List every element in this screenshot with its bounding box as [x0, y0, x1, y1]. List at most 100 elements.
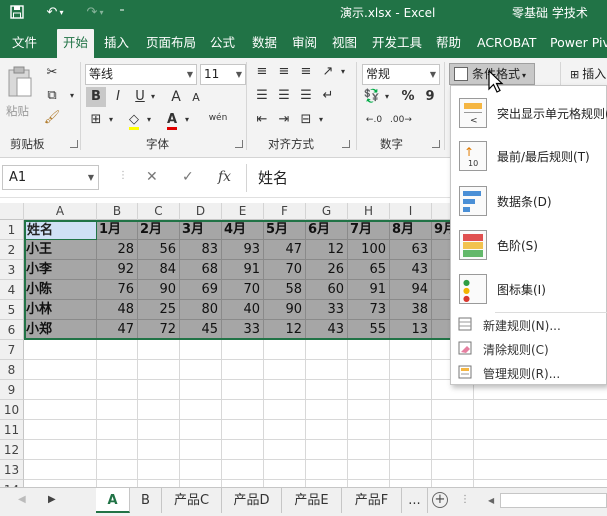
cell[interactable] — [264, 480, 306, 487]
sheet-tab-f[interactable]: 产品F — [342, 488, 402, 513]
value-cell[interactable]: 100 — [348, 240, 390, 260]
value-cell[interactable]: 28 — [97, 240, 138, 260]
cell[interactable] — [264, 420, 306, 440]
name-cell[interactable]: 小林 — [24, 300, 97, 320]
cell[interactable] — [138, 400, 180, 420]
column-header[interactable]: B — [97, 203, 138, 220]
value-cell[interactable]: 25 — [138, 300, 180, 320]
cell[interactable] — [97, 420, 138, 440]
header-cell[interactable]: 3月 — [180, 220, 222, 240]
header-cell[interactable]: 1月 — [97, 220, 138, 240]
cell[interactable] — [348, 360, 390, 380]
cell[interactable] — [474, 420, 607, 440]
cell[interactable] — [390, 460, 432, 480]
enter-icon[interactable]: ✓ — [182, 169, 194, 185]
value-cell[interactable]: 70 — [264, 260, 306, 280]
cell[interactable] — [390, 380, 432, 400]
cell[interactable] — [264, 460, 306, 480]
row-header[interactable]: 14 — [0, 480, 24, 487]
row-header[interactable]: 12 — [0, 440, 24, 460]
value-cell[interactable]: 55 — [348, 320, 390, 340]
value-cell[interactable]: 26 — [306, 260, 348, 280]
cell[interactable] — [306, 420, 348, 440]
value-cell[interactable]: 38 — [390, 300, 432, 320]
value-cell[interactable]: 76 — [97, 280, 138, 300]
clipboard-launcher-icon[interactable] — [70, 140, 78, 148]
column-header[interactable]: F — [264, 203, 306, 220]
increase-decimal-icon[interactable]: ←.0 — [364, 110, 384, 130]
name-cell[interactable]: 小李 — [24, 260, 97, 280]
cell[interactable] — [97, 440, 138, 460]
format-painter-icon[interactable]: 🖌 — [42, 108, 62, 128]
cell[interactable] — [138, 340, 180, 360]
tab-review[interactable]: 审阅 — [292, 31, 317, 55]
sheet-tab-e[interactable]: 产品E — [282, 488, 342, 513]
align-center-icon[interactable]: ☰ — [274, 86, 294, 106]
cell[interactable] — [97, 360, 138, 380]
value-cell[interactable]: 47 — [264, 240, 306, 260]
cell[interactable] — [432, 420, 474, 440]
number-format-combo[interactable]: 常规 ▼ — [362, 64, 440, 85]
row-header[interactable]: 11 — [0, 420, 24, 440]
redo-icon[interactable]: ↷ ▾ — [80, 3, 110, 21]
menu-item-top-bottom-rules[interactable]: ↑ 10 最前/最后规则(T) — [451, 135, 607, 177]
value-cell[interactable]: 58 — [264, 280, 306, 300]
menu-item-new-rule[interactable]: 新建规则(N)... — [451, 313, 607, 335]
column-header[interactable]: I — [390, 203, 432, 220]
cell[interactable] — [432, 440, 474, 460]
increase-indent-icon[interactable]: ⇥ — [274, 110, 294, 130]
cell[interactable] — [97, 400, 138, 420]
tab-data[interactable]: 数据 — [252, 31, 277, 55]
sheet-tab-a[interactable]: A — [96, 488, 130, 513]
tab-insert[interactable]: 插入 — [104, 31, 129, 55]
column-header[interactable]: D — [180, 203, 222, 220]
grow-font-button[interactable]: A — [166, 87, 186, 107]
value-cell[interactable]: 70 — [222, 280, 264, 300]
cell[interactable] — [97, 460, 138, 480]
value-cell[interactable]: 47 — [97, 320, 138, 340]
header-cell[interactable]: 7月 — [348, 220, 390, 240]
cell[interactable] — [390, 420, 432, 440]
menu-item-color-scales[interactable]: 色阶(S) — [451, 224, 607, 266]
tab-help[interactable]: 帮助 — [436, 31, 461, 55]
menu-item-clear-rules[interactable]: 清除规则(C) — [451, 337, 607, 359]
borders-icon[interactable]: ⊞ — [86, 110, 106, 130]
value-cell[interactable]: 40 — [222, 300, 264, 320]
value-cell[interactable]: 73 — [348, 300, 390, 320]
row-header[interactable]: 6 — [0, 320, 24, 340]
row-header[interactable]: 2 — [0, 240, 24, 260]
value-cell[interactable]: 12 — [264, 320, 306, 340]
cell[interactable] — [180, 400, 222, 420]
cell[interactable] — [24, 400, 97, 420]
value-cell[interactable]: 80 — [180, 300, 222, 320]
select-all-corner[interactable] — [0, 203, 24, 220]
cell[interactable] — [264, 360, 306, 380]
orientation-icon[interactable]: ↗ — [318, 62, 338, 82]
cell[interactable] — [222, 480, 264, 487]
value-cell[interactable]: 65 — [348, 260, 390, 280]
accounting-dropdown-icon[interactable]: ▾ — [382, 87, 392, 107]
value-cell[interactable]: 12 — [306, 240, 348, 260]
value-cell[interactable]: 60 — [306, 280, 348, 300]
cell[interactable] — [222, 460, 264, 480]
value-cell[interactable]: 68 — [180, 260, 222, 280]
cell[interactable] — [138, 360, 180, 380]
tab-view[interactable]: 视图 — [332, 31, 357, 55]
merge-center-icon[interactable]: ⊟ — [296, 110, 316, 130]
header-cell[interactable]: 6月 — [306, 220, 348, 240]
cell[interactable] — [306, 480, 348, 487]
value-cell[interactable]: 45 — [180, 320, 222, 340]
cell[interactable] — [432, 460, 474, 480]
column-header[interactable]: G — [306, 203, 348, 220]
underline-button[interactable]: U — [130, 87, 150, 107]
name-cell[interactable]: 小陈 — [24, 280, 97, 300]
tab-developer[interactable]: 开发工具 — [372, 31, 422, 55]
font-launcher-icon[interactable] — [235, 140, 243, 148]
tab-formulas[interactable]: 公式 — [210, 31, 235, 55]
value-cell[interactable]: 56 — [138, 240, 180, 260]
cell[interactable] — [138, 380, 180, 400]
name-cell[interactable]: 小郑 — [24, 320, 97, 340]
header-cell[interactable]: 4月 — [222, 220, 264, 240]
cell[interactable] — [306, 460, 348, 480]
value-cell[interactable]: 91 — [348, 280, 390, 300]
